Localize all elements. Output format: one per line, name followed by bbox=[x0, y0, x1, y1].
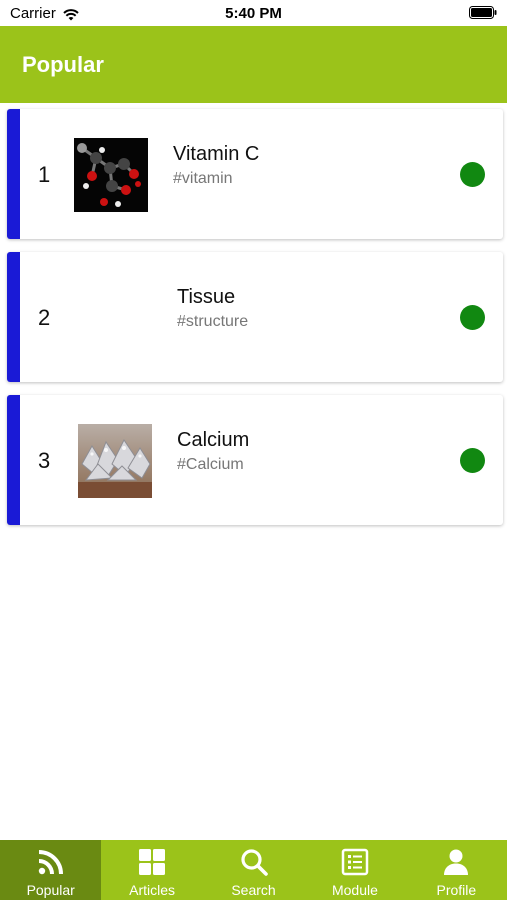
status-time: 5:40 PM bbox=[225, 5, 282, 22]
tab-search[interactable]: Search bbox=[203, 840, 304, 900]
tab-label: Profile bbox=[436, 882, 477, 898]
status-dot bbox=[460, 448, 485, 473]
item-tag: #Calcium bbox=[177, 456, 244, 473]
item-title: Calcium bbox=[177, 429, 250, 451]
status-dot bbox=[460, 162, 485, 187]
tab-label: Popular bbox=[26, 882, 75, 898]
tab-label: Search bbox=[231, 882, 276, 898]
item-tag: #vitamin bbox=[173, 170, 233, 187]
tab-label: Articles bbox=[129, 882, 176, 898]
list-item[interactable]: 3 Calcium #Calcium bbox=[7, 395, 503, 525]
item-tag: #structure bbox=[177, 313, 249, 330]
list-item[interactable]: 1 Vitamin C #vitamin bbox=[7, 109, 503, 239]
molecule-image bbox=[74, 138, 148, 212]
item-rank: 2 bbox=[38, 305, 51, 330]
item-rank: 1 bbox=[38, 162, 51, 187]
accent-bar bbox=[7, 109, 20, 239]
calcium-crystals-image bbox=[78, 424, 152, 498]
accent-bar bbox=[7, 395, 20, 525]
list-item[interactable]: 2 Tissue #structure bbox=[7, 252, 503, 382]
battery-icon bbox=[469, 6, 497, 19]
tab-label: Module bbox=[331, 882, 378, 898]
accent-bar bbox=[7, 252, 20, 382]
tab-articles[interactable]: Articles bbox=[101, 840, 202, 900]
item-title: Vitamin C bbox=[173, 143, 260, 165]
rss-icon bbox=[38, 850, 63, 875]
item-title: Tissue bbox=[177, 286, 236, 308]
search-icon bbox=[240, 849, 268, 876]
item-rank: 3 bbox=[38, 448, 51, 473]
module-list-icon bbox=[341, 848, 369, 876]
tab-bar: Popular Articles Search Module Profile bbox=[0, 840, 507, 900]
status-dot bbox=[460, 305, 485, 330]
person-icon bbox=[444, 849, 469, 875]
tab-popular[interactable]: Popular bbox=[0, 840, 102, 900]
tab-module[interactable]: Module bbox=[304, 840, 405, 900]
grid-icon bbox=[139, 849, 166, 875]
app-header: Popular bbox=[0, 26, 507, 103]
tab-profile[interactable]: Profile bbox=[406, 840, 507, 900]
page-title: Popular bbox=[22, 52, 104, 77]
status-bar: Carrier 5:40 PM bbox=[0, 0, 507, 26]
